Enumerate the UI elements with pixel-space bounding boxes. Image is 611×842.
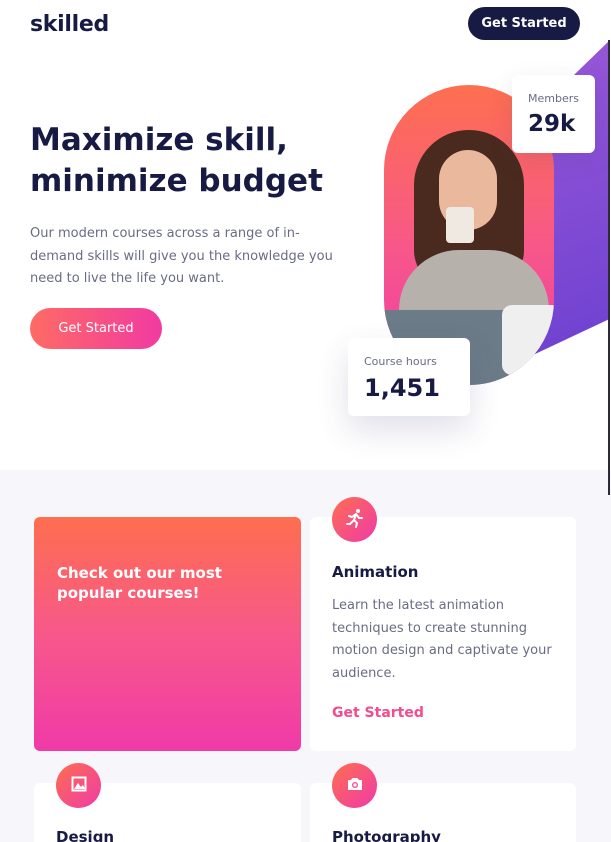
- camera-icon: [346, 776, 364, 796]
- course-title-animation: Animation: [332, 563, 419, 581]
- brand-logo[interactable]: skilled: [30, 12, 109, 37]
- members-label: Members: [528, 92, 579, 105]
- members-stat-card: Members 29k: [512, 75, 595, 153]
- hero-title-line2: minimize budget: [30, 163, 323, 199]
- members-value: 29k: [528, 111, 576, 137]
- landing-page: skilled Get Started Maximize skill, mini…: [0, 0, 611, 842]
- course-title-photography: Photography: [332, 828, 441, 842]
- course-title-design: Design: [56, 828, 115, 842]
- image-icon: [71, 776, 87, 796]
- photography-icon-badge: [332, 763, 377, 808]
- animation-get-started-link[interactable]: Get Started: [332, 705, 424, 721]
- photo-mug: [446, 207, 474, 243]
- hero-get-started-button[interactable]: Get Started: [30, 308, 162, 349]
- design-icon-badge: [56, 763, 101, 808]
- hero-title-line1: Maximize skill,: [30, 122, 288, 158]
- photo-pillow: [502, 305, 554, 375]
- course-description-animation: Learn the latest animation techniques to…: [332, 598, 552, 681]
- course-hours-value: 1,451: [364, 374, 440, 402]
- header-get-started-button[interactable]: Get Started: [468, 7, 580, 40]
- running-figure-icon: [345, 508, 365, 532]
- animation-icon-badge: [332, 497, 377, 542]
- popular-courses-promo: Check out our most popular courses!: [34, 517, 301, 751]
- course-hours-label: Course hours: [364, 355, 437, 368]
- page-edge-divider: [608, 40, 610, 495]
- hero-description: Our modern courses across a range of in-…: [30, 226, 333, 286]
- course-hours-stat-card: Course hours 1,451: [348, 338, 470, 416]
- hero-title: Maximize skill, minimize budget: [30, 120, 350, 202]
- promo-title: Check out our most popular courses!: [57, 564, 222, 602]
